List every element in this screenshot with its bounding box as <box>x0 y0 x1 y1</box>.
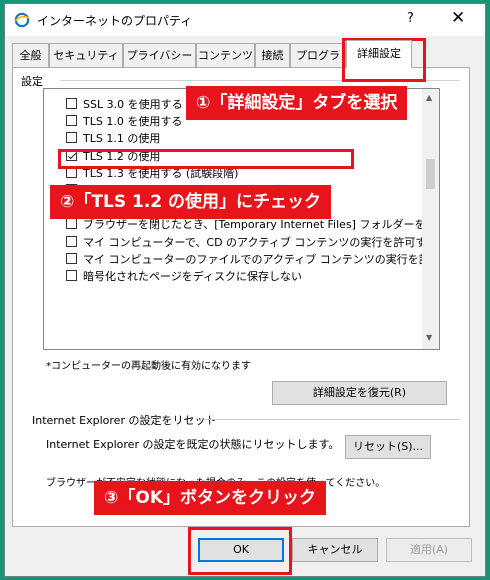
tab-privacy[interactable]: プライバシー <box>123 43 196 67</box>
scroll-thumb[interactable] <box>426 159 435 189</box>
setting-checkbox[interactable] <box>66 115 77 127</box>
ok-button-highlight <box>188 527 292 575</box>
restore-advanced-settings-button[interactable]: 詳細設定を復元(R) <box>272 381 447 405</box>
window-title: インターネットのプロパティ <box>37 14 193 28</box>
setting-checkbox[interactable] <box>66 270 77 281</box>
setting-label: マイ コンピューターで、CD のアクティブ コンテンツの実行を許可する* <box>83 235 440 249</box>
setting-label: 暗号化されたページをディスクに保存しない <box>83 270 303 283</box>
setting-label: SSL 3.0 を使用する <box>83 98 183 111</box>
reset-section-heading: Internet Explorer の設定をリセット <box>32 414 217 427</box>
step3-annotation: ③「OK」ボタンをクリック <box>94 481 327 515</box>
setting-checkbox[interactable] <box>66 132 77 144</box>
apply-button[interactable]: 適用(A) <box>386 538 472 562</box>
tab-advanced[interactable]: 詳細設定 <box>346 40 412 68</box>
scroll-up-arrow-icon[interactable]: ▲ <box>426 93 432 102</box>
title-bar: インターネットのプロパティ ? ✕ <box>5 4 485 36</box>
vertical-scrollbar[interactable]: ▲ ▼ <box>422 89 439 349</box>
tab-security[interactable]: セキュリティ <box>49 43 123 67</box>
setting-checkbox[interactable] <box>66 98 77 109</box>
tab-programs[interactable]: プログラム <box>290 43 346 86</box>
setting-checkbox[interactable] <box>66 218 77 230</box>
setting-checkbox[interactable] <box>66 252 77 264</box>
step2-annotation: ②「TLS 1.2 の使用」にチェック <box>50 185 332 219</box>
reset-section-divider <box>204 419 460 420</box>
setting-label: マイ コンピューターのファイルでのアクティブ コンテンツの実行を許可する* <box>83 252 440 266</box>
tab-connections[interactable]: 接続 <box>255 43 290 67</box>
step1-annotation: ①「詳細設定」タブを選択 <box>186 86 408 120</box>
tab-general[interactable]: 全般 <box>12 43 49 67</box>
settings-group-label: 設定 <box>21 75 43 88</box>
settings-listbox[interactable]: SSL 3.0 を使用する TLS 1.0 を使用する TLS 1.1 の使用 TLS… <box>43 88 440 350</box>
setting-label: TLS 1.1 の使用 <box>83 132 161 146</box>
tls12-highlight <box>58 149 354 169</box>
tab-content[interactable]: コンテンツ <box>196 43 255 67</box>
reset-button[interactable]: リセット(S)... <box>345 435 431 459</box>
help-button[interactable]: ? <box>407 11 414 26</box>
setting-label: TLS 1.0 を使用する <box>83 115 183 129</box>
reset-description: Internet Explorer の設定を既定の状態にリセットします。 <box>46 438 340 451</box>
cancel-button[interactable]: キャンセル <box>292 538 378 562</box>
internet-explorer-icon <box>14 12 30 28</box>
scroll-down-arrow-icon[interactable]: ▼ <box>426 333 432 342</box>
close-button[interactable]: ✕ <box>451 8 465 28</box>
setting-checkbox[interactable] <box>66 235 77 247</box>
restart-note: *コンピューターの再起動後に有効になります <box>46 361 251 372</box>
